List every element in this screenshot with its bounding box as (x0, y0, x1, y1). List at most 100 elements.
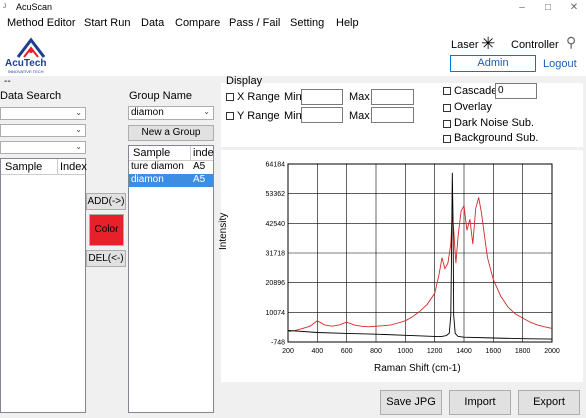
y-axis-label: Intensity (218, 212, 229, 250)
logo: AcuTech INNOVATIVE TECH (2, 37, 60, 74)
y-tick-label: -748 (271, 340, 285, 347)
y-tick-label: 42540 (266, 221, 286, 228)
data-search-label: Data Search (0, 90, 62, 102)
new-group-button[interactable]: New a Group (128, 125, 214, 141)
cascade-input[interactable]: 0 (495, 83, 537, 99)
group-row[interactable]: ture diamon A5 (129, 161, 213, 174)
group-list-header: Sample inde (129, 146, 214, 161)
menu-pass-fail[interactable]: Pass / Fail (229, 17, 280, 29)
chevron-down-icon: ⌄ (203, 107, 210, 116)
x-tick-label: 400 (311, 348, 323, 355)
menu-start-run[interactable]: Start Run (84, 17, 130, 29)
export-button[interactable]: Export (518, 390, 580, 415)
search-combo-1[interactable]: ⌄ (0, 107, 86, 120)
dash-text: -- (4, 76, 11, 87)
column-header-sample[interactable]: Sample (5, 161, 42, 173)
window-title: AcuScan (16, 2, 53, 12)
group-name-label: Group Name (129, 90, 192, 102)
menu-setting[interactable]: Setting (290, 17, 324, 29)
column-header-sample[interactable]: Sample (133, 147, 170, 159)
x-min-label: Min (284, 91, 302, 103)
y-min-input[interactable] (301, 107, 343, 123)
x-max-input[interactable] (371, 89, 414, 105)
y-max-input[interactable] (371, 107, 414, 123)
column-divider (190, 146, 191, 160)
chevron-down-icon: ⌄ (75, 125, 82, 134)
y-range-label: Y Range (237, 110, 280, 122)
y-tick-label: 31718 (266, 251, 286, 258)
logo-mark-icon (16, 37, 46, 58)
laser-status-icon: ✳ (481, 34, 496, 53)
save-jpg-button[interactable]: Save JPG (380, 390, 442, 415)
cascade-label: Cascade (454, 85, 498, 97)
x-tick-label: 1000 (398, 348, 414, 355)
search-combo-2[interactable]: ⌄ (0, 124, 86, 137)
group-row-index: A5 (193, 174, 206, 185)
x-min-input[interactable] (301, 89, 343, 105)
search-combo-3[interactable]: ⌄ (0, 141, 86, 154)
laser-label: Laser (451, 39, 479, 51)
y-max-label: Max (349, 110, 370, 122)
x-tick-label: 800 (370, 348, 382, 355)
y-tick-label: 64184 (266, 162, 286, 169)
usb-icon: ⚲ (566, 34, 577, 50)
x-tick-label: 1200 (427, 348, 443, 355)
x-tick-label: 1600 (486, 348, 502, 355)
logo-text: AcuTech (5, 58, 47, 69)
column-header-index[interactable]: inde (193, 147, 214, 159)
group-row-sample: ture diamon (131, 161, 184, 172)
x-tick-label: 600 (341, 348, 353, 355)
color-button[interactable]: Color (89, 214, 124, 246)
logo-subtext: INNOVATIVE TECH (8, 69, 44, 74)
group-list[interactable]: Sample inde ture diamon A5 diamon A5 (128, 145, 214, 413)
cascade-checkbox[interactable] (443, 87, 451, 95)
x-range-label: X Range (237, 91, 280, 103)
sample-list[interactable]: Sample Index (0, 158, 87, 413)
column-header-index[interactable]: Index (60, 161, 87, 173)
menu-data[interactable]: Data (141, 17, 164, 29)
overlay-label: Overlay (454, 101, 492, 113)
background-sub-label: Background Sub. (454, 132, 539, 144)
x-tick-label: 2000 (544, 348, 560, 355)
background-sub-checkbox[interactable] (443, 135, 451, 143)
add-button[interactable]: ADD(->) (86, 193, 126, 210)
display-label: Display (226, 75, 263, 87)
x-tick-label: 200 (282, 348, 294, 355)
app-icon: ᴶ (3, 2, 6, 12)
dark-noise-label: Dark Noise Sub. (454, 117, 535, 129)
y-min-label: Min (284, 110, 302, 122)
user-field: Admin (450, 55, 536, 72)
overlay-checkbox[interactable] (443, 104, 451, 112)
chevron-down-icon: ⌄ (75, 108, 82, 117)
x-range-checkbox[interactable] (226, 93, 234, 101)
sample-list-header: Sample Index (1, 159, 87, 175)
controller-label: Controller (511, 39, 559, 51)
y-tick-label: 10074 (266, 310, 286, 317)
logout-link[interactable]: Logout (543, 58, 577, 70)
maximize-button[interactable]: □ (536, 0, 560, 16)
raman-chart[interactable]: 200 400 600 800 1000 1200 1400 1600 1800 2000 -748… (221, 150, 583, 382)
group-row-selected[interactable]: diamon A5 (129, 174, 213, 187)
y-range-checkbox[interactable] (226, 112, 234, 120)
y-tick-label: 53362 (266, 191, 286, 198)
x-tick-label: 1800 (515, 348, 531, 355)
close-button[interactable]: ✕ (562, 0, 586, 16)
menu-compare[interactable]: Compare (175, 17, 220, 29)
group-row-sample: diamon (131, 174, 164, 185)
chevron-down-icon: ⌄ (75, 142, 82, 151)
minimize-button[interactable]: – (510, 0, 534, 16)
menu-method-editor[interactable]: Method Editor (7, 17, 75, 29)
menu-help[interactable]: Help (336, 17, 359, 29)
del-button[interactable]: DEL(<-) (86, 250, 126, 267)
y-tick-label: 20896 (266, 280, 286, 287)
title-bar: ᴶ AcuScan – □ ✕ (0, 0, 586, 16)
group-name-combo[interactable]: diamon ⌄ (128, 106, 214, 120)
x-axis-label: Raman Shift (cm-1) (374, 363, 461, 374)
group-row-index: A5 (193, 161, 206, 172)
group-name-value: diamon (131, 107, 164, 118)
import-button[interactable]: Import (449, 390, 511, 415)
column-divider (57, 159, 58, 174)
x-tick-label: 1400 (456, 348, 472, 355)
dark-noise-checkbox[interactable] (443, 120, 451, 128)
x-max-label: Max (349, 91, 370, 103)
